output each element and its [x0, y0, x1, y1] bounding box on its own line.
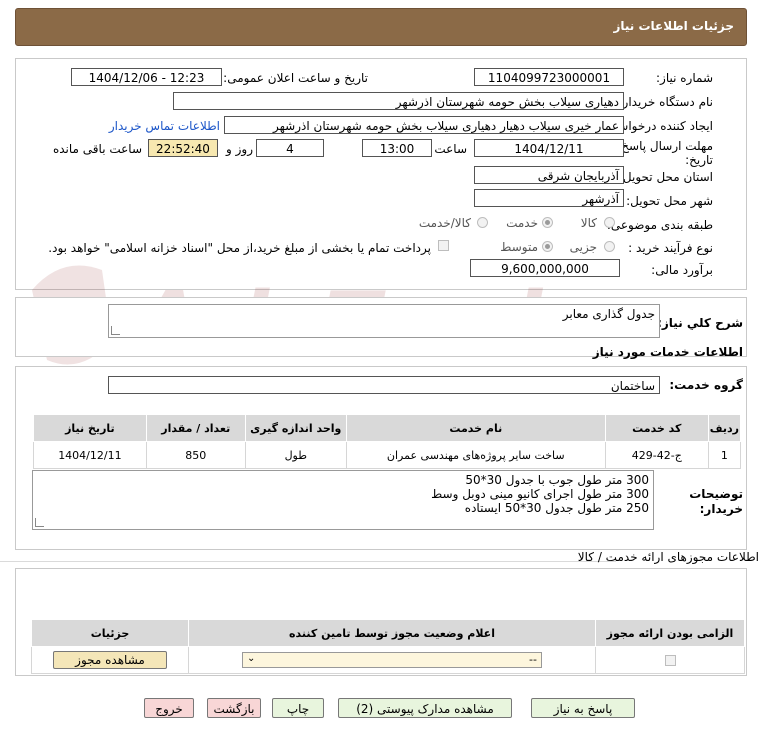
permit-status-value: --: [529, 653, 537, 666]
deadline-time-label: ساعت: [434, 142, 467, 156]
buyer-org-field: دهیاری سیلاب بخش حومه شهرستان اذرشهر: [173, 92, 624, 110]
category-radio-service[interactable]: [542, 217, 553, 228]
resize-handle[interactable]: [111, 326, 120, 335]
estimate-label: برآورد مالی:: [651, 263, 713, 277]
permits-separator: [0, 561, 616, 562]
purchase-radio-minor[interactable]: [604, 241, 615, 252]
permits-table: الزامی بودن ارائه مجوز اعلام وضعیت مجوز …: [31, 619, 745, 674]
table-row: ⌄ -- مشاهده مجوز: [31, 646, 745, 674]
requester-field: عمار خیری سیلاب دهیار دهیاری سیلاب بخش ح…: [224, 116, 624, 134]
category-option-both: کالا/خدمت: [418, 216, 471, 230]
purchase-type-label: نوع فرآیند خرید :: [628, 241, 713, 255]
buyer-note-line: 300 متر طول جوب با جدول 30*50: [465, 473, 649, 487]
deadline-date-field: 1404/12/11: [474, 139, 624, 157]
category-option-service: خدمت: [506, 216, 538, 230]
service-group-label: گروه خدمت:: [669, 378, 743, 392]
treasury-note: پرداخت تمام یا بخشی از مبلغ خرید،از محل …: [48, 241, 431, 255]
permits-section-title: اطلاعات مجوزهای ارائه خدمت / کالا: [577, 550, 759, 564]
city-field: آذرشهر: [474, 189, 624, 207]
announce-label: تاریخ و ساعت اعلان عمومی:: [223, 71, 368, 85]
purchase-option-medium: متوسط: [500, 240, 538, 254]
col-name: نام خدمت: [345, 414, 606, 442]
treasury-checkbox[interactable]: [438, 240, 449, 251]
remaining-label: ساعت باقی مانده: [52, 142, 142, 156]
table-row: 1 ج-42-429 ساخت سایر پروژه‌های مهندسی عم…: [33, 441, 742, 469]
service-group-field: ساختمان: [108, 376, 660, 394]
view-attachments-button[interactable]: مشاهده مدارک پیوستی (2): [338, 698, 512, 718]
category-option-goods: کالا: [580, 216, 597, 230]
deadline-label-line2: تاریخ:: [685, 153, 713, 167]
category-label: طبقه بندی موضوعی:: [606, 218, 713, 232]
category-radio-both[interactable]: [477, 217, 488, 228]
cell-unit: طول: [244, 441, 347, 469]
col-code: کد خدمت: [604, 414, 709, 442]
cell-name: ساخت سایر پروژه‌های مهندسی عمران: [345, 441, 606, 469]
remaining-time-field: 22:52:40: [148, 139, 218, 157]
resize-handle[interactable]: [35, 518, 44, 527]
services-title: اطلاعات خدمات مورد نیاز: [592, 345, 743, 359]
col-unit: واحد اندازه گیری: [244, 414, 347, 442]
estimate-field: 9,600,000,000: [470, 259, 620, 277]
cell-code: ج-42-429: [604, 441, 709, 469]
general-desc-label: شرح کلي نیاز:: [657, 316, 743, 330]
deadline-time-field: 13:00: [362, 139, 432, 157]
page-title: جزئیات اطلاعات نیاز: [613, 19, 734, 33]
province-field: آذربایجان شرقی: [474, 166, 624, 184]
permit-required-checkbox: [664, 655, 676, 666]
col-row: ردیف: [707, 414, 742, 442]
col-date: تاریخ نیاز: [33, 414, 147, 442]
page-header: جزئیات اطلاعات نیاز: [15, 8, 747, 46]
service-items-table: ردیف کد خدمت نام خدمت واحد اندازه گیری ت…: [33, 414, 742, 469]
reply-button[interactable]: پاسخ به نیاز: [531, 698, 635, 718]
col-qty: تعداد / مقدار: [145, 414, 246, 442]
view-permit-button[interactable]: مشاهده مجوز: [53, 651, 167, 669]
general-desc-text: جدول گذاری معابر: [562, 307, 655, 321]
col-permit-status: اعلام وضعیت مجوز توسط تامین کننده: [188, 619, 596, 647]
buyer-contact-link[interactable]: اطلاعات تماس خریدار: [109, 119, 220, 133]
province-label: استان محل تحویل:: [618, 170, 713, 184]
exit-button[interactable]: خروج: [144, 698, 194, 718]
purchase-option-minor: جزیی: [569, 240, 597, 254]
general-desc-textarea[interactable]: جدول گذاری معابر: [108, 304, 660, 338]
city-label: شهر محل تحویل:: [626, 194, 713, 208]
cell-qty: 850: [145, 441, 246, 469]
buyer-note-line: 300 متر طول اجرای کانیو مینی دوبل وسط: [431, 487, 649, 501]
chevron-down-icon: ⌄: [247, 653, 256, 664]
need-number-label: شماره نیاز:: [656, 71, 713, 85]
days-label: روز و: [226, 142, 253, 156]
category-radio-goods[interactable]: [604, 217, 615, 228]
deadline-days-field: 4: [256, 139, 324, 157]
buyer-note-line: 250 متر طول جدول 30*50 ایستاده: [464, 501, 649, 515]
cell-date: 1404/12/11: [33, 441, 147, 469]
purchase-radio-medium[interactable]: [542, 241, 553, 252]
buyer-org-label: نام دستگاه خریدار:: [618, 95, 714, 109]
buyer-notes-label-line1: توضیحات: [689, 487, 743, 501]
cell-row: 1: [707, 441, 742, 469]
need-number-field: 1104099723000001: [474, 68, 624, 86]
col-permit-details: جزئیات: [31, 619, 189, 647]
buyer-notes-label-line2: خریدار:: [699, 502, 743, 516]
buyer-notes-textarea[interactable]: 300 متر طول جوب با جدول 30*50 300 متر طو…: [32, 470, 654, 530]
back-button[interactable]: بازگشت: [207, 698, 261, 718]
announce-field: 1404/12/06 - 12:23: [71, 68, 222, 86]
print-button[interactable]: چاپ: [272, 698, 324, 718]
col-permit-required: الزامی بودن ارائه مجوز: [595, 619, 745, 647]
permit-status-select[interactable]: ⌄ --: [242, 652, 542, 668]
